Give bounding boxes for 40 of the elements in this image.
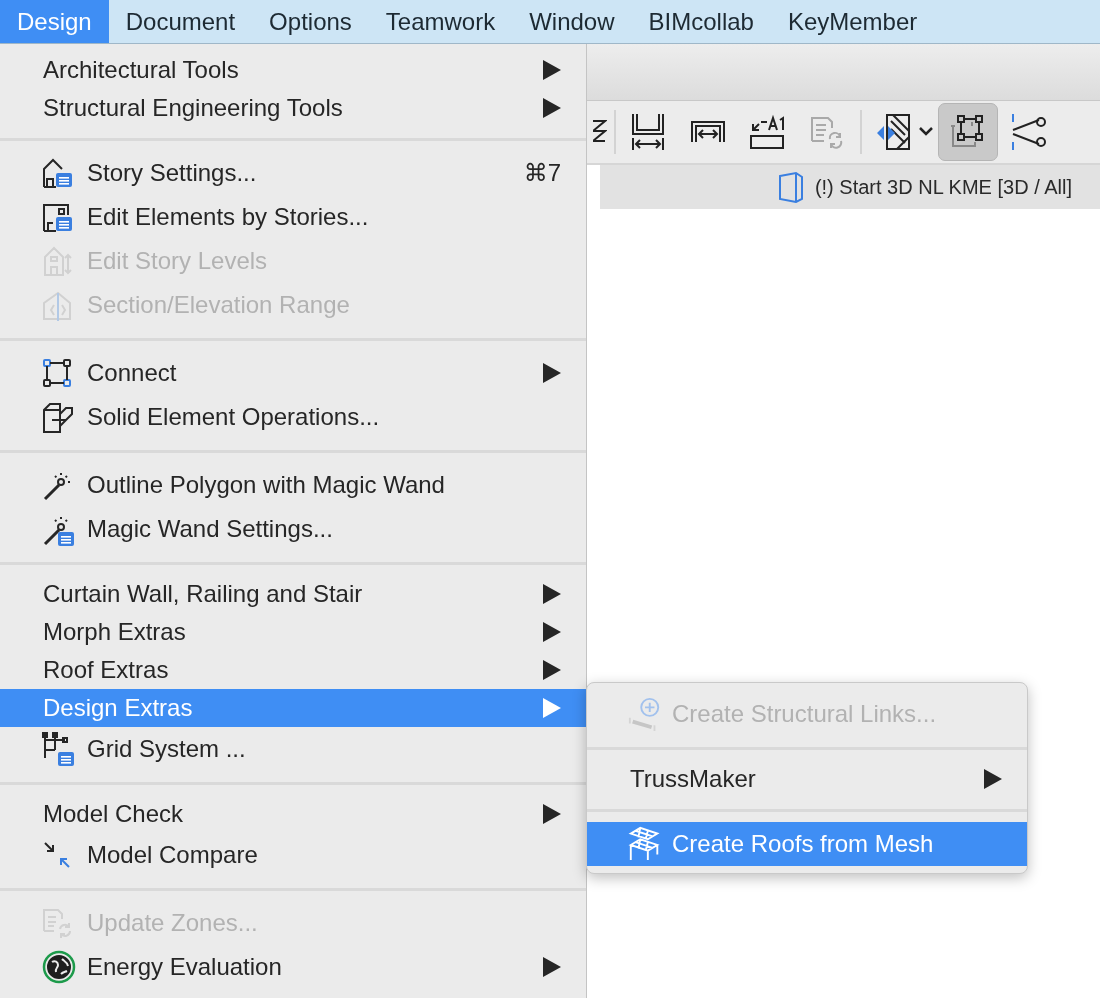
menu-item[interactable]: Edit Elements by Stories...	[0, 195, 586, 239]
menu-item[interactable]: Morph Extras	[0, 613, 586, 651]
menu-bar-item[interactable]: Teamwork	[368, 0, 513, 43]
menu-item[interactable]: Story Settings... ⌘7	[0, 151, 586, 195]
house-settings-icon	[42, 157, 72, 189]
toolbar-button[interactable]	[938, 103, 998, 161]
menu-item[interactable]: Roof Extras	[0, 651, 586, 689]
scissors-icon	[1009, 112, 1047, 152]
menu-item[interactable]: Magic Wand Settings...	[0, 507, 586, 551]
menu-item[interactable]: Grid System ...	[0, 727, 586, 771]
label-a1-icon	[749, 114, 787, 150]
document-refresh-icon	[42, 907, 74, 939]
shortcut-label: ⌘7	[523, 159, 561, 187]
menu-item[interactable]: Model Check	[0, 795, 586, 833]
menu-bar-item[interactable]: Options	[252, 0, 369, 43]
menu-item[interactable]: TrussMaker	[587, 760, 1027, 798]
solid-blocks-icon	[42, 400, 74, 434]
menu-item[interactable]: Energy Evaluation	[0, 945, 586, 989]
menu-item[interactable]: Outline Polygon with Magic Wand	[0, 463, 586, 507]
menu-item[interactable]: Structural Engineering Tools	[0, 89, 586, 127]
connect-nodes-icon	[42, 357, 72, 389]
menu-bar-item[interactable]: Document	[108, 0, 253, 43]
grid-settings-icon	[42, 732, 74, 766]
dimension-icon	[630, 112, 666, 152]
floor-plan-settings-icon	[42, 201, 72, 233]
menu-item[interactable]: Model Compare	[0, 833, 586, 877]
menu-item[interactable]: Connect	[0, 351, 586, 395]
menu-item[interactable]: Architectural Tools	[0, 51, 586, 89]
cube-icon	[776, 171, 805, 203]
globe-icon	[42, 950, 76, 984]
menu-bar-item[interactable]: KeyMember	[770, 0, 935, 43]
menu-bar-item[interactable]: Window	[512, 0, 632, 43]
house-section-icon	[42, 289, 72, 321]
chevron-down-icon	[918, 126, 934, 138]
arrows-inward-icon	[42, 840, 72, 870]
menu-item[interactable]: Curtain Wall, Railing and Stair	[0, 575, 586, 613]
house-arrows-icon	[42, 245, 72, 277]
wall-flip-icon	[875, 113, 913, 151]
menu-item[interactable]: Solid Element Operations...	[0, 395, 586, 439]
menu-bar-item[interactable]: BIMcollab	[631, 0, 771, 43]
